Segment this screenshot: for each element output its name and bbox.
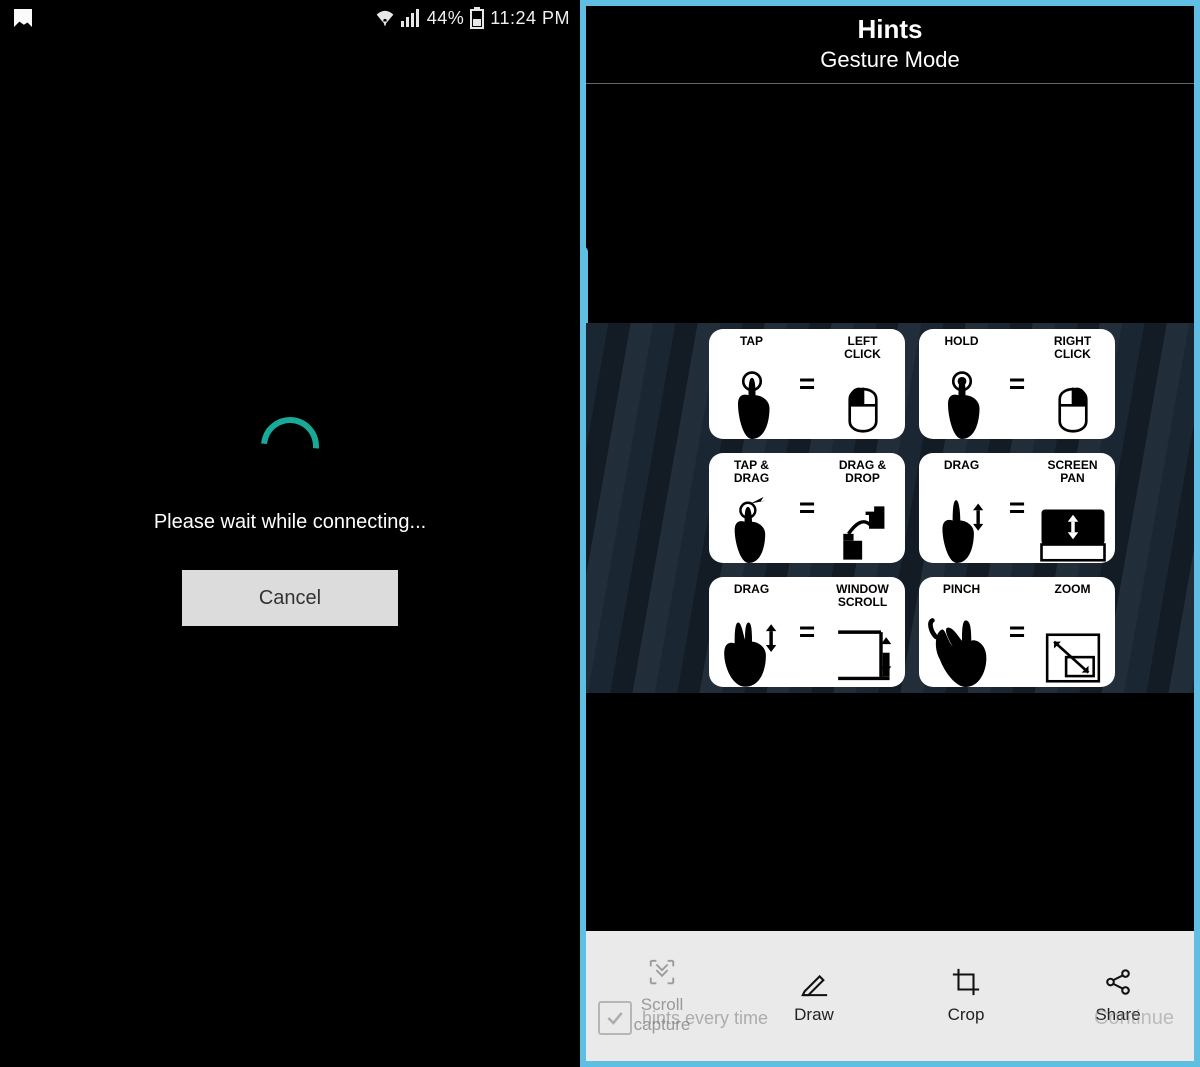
- equals-icon: =: [1004, 453, 1030, 563]
- share-icon: [1103, 967, 1133, 997]
- window-scroll-icon: [820, 609, 905, 687]
- gesture-card-hold: HOLD = RIGHT CLICK: [919, 329, 1115, 439]
- gesture-card-drag-pan: DRAG = SCREEN PAN: [919, 453, 1115, 563]
- connecting-text: Please wait while connecting...: [154, 511, 426, 534]
- card-label: DRAG: [734, 583, 769, 596]
- equals-icon: =: [794, 577, 820, 687]
- hold-finger-icon: [919, 348, 1004, 439]
- scroll-capture-icon: [647, 957, 677, 987]
- tap-drag-finger-icon: [709, 485, 794, 563]
- mouse-right-click-icon: [1030, 361, 1115, 439]
- toolbar-label: Draw: [794, 1005, 834, 1025]
- toolbar-label: Crop: [948, 1005, 985, 1025]
- tap-finger-icon: [709, 348, 794, 439]
- two-finger-drag-icon: [709, 596, 794, 687]
- share-button[interactable]: Share: [1042, 931, 1194, 1061]
- card-label: SCREEN PAN: [1047, 459, 1097, 485]
- gesture-card-two-finger-drag: DRAG = WINDOW SCROLL: [709, 577, 905, 687]
- left-phone-screen: 44% 11:24 PM Please wait while connectin…: [0, 0, 580, 1067]
- hints-header: Hints Gesture Mode: [586, 6, 1194, 84]
- mouse-left-click-icon: [820, 361, 905, 439]
- card-label: RIGHT CLICK: [1054, 335, 1091, 361]
- equals-icon: =: [794, 329, 820, 439]
- connecting-dialog: Please wait while connecting... Cancel: [0, 6, 580, 1037]
- screenshot-toolbar: Scroll capture Draw Crop: [586, 931, 1194, 1061]
- card-label: DRAG: [944, 459, 979, 472]
- toolbar-label: Scroll capture: [634, 995, 691, 1035]
- hints-body: TAP = LEFT CLICK: [586, 84, 1194, 931]
- drag-drop-icon: [820, 485, 905, 563]
- card-label: TAP & DRAG: [734, 459, 769, 485]
- pinch-hand-icon: [919, 596, 1004, 687]
- equals-icon: =: [794, 453, 820, 563]
- screen-pan-icon: [1030, 485, 1115, 563]
- card-label: TAP: [740, 335, 763, 348]
- card-label: PINCH: [943, 583, 980, 596]
- gesture-cards-grid: TAP = LEFT CLICK: [709, 329, 1115, 687]
- equals-icon: =: [1004, 329, 1030, 439]
- loading-spinner-icon: [249, 405, 331, 487]
- card-label: ZOOM: [1055, 583, 1091, 596]
- crop-icon: [951, 967, 981, 997]
- crop-button[interactable]: Crop: [890, 931, 1042, 1061]
- pencil-icon: [799, 967, 829, 997]
- drag-finger-updown-icon: [919, 472, 1004, 563]
- card-label: LEFT CLICK: [844, 335, 881, 361]
- toolbar-label: Share: [1095, 1005, 1140, 1025]
- card-label: DRAG & DROP: [839, 459, 886, 485]
- scroll-capture-button[interactable]: Scroll capture: [586, 931, 738, 1061]
- gesture-card-tapdrag: TAP & DRAG = DRAG & DROP: [709, 453, 905, 563]
- gesture-card-tap: TAP = LEFT CLICK: [709, 329, 905, 439]
- right-phone-screen: Hints Gesture Mode TAP: [580, 0, 1200, 1067]
- hints-subtitle: Gesture Mode: [586, 47, 1194, 73]
- card-label: HOLD: [945, 335, 979, 348]
- hints-title: Hints: [586, 14, 1194, 45]
- card-label: WINDOW SCROLL: [836, 583, 889, 609]
- equals-icon: =: [1004, 577, 1030, 687]
- zoom-icon: [1030, 596, 1115, 687]
- cancel-button[interactable]: Cancel: [182, 570, 398, 626]
- draw-button[interactable]: Draw: [738, 931, 890, 1061]
- gesture-card-pinch: PINCH = ZOOM: [919, 577, 1115, 687]
